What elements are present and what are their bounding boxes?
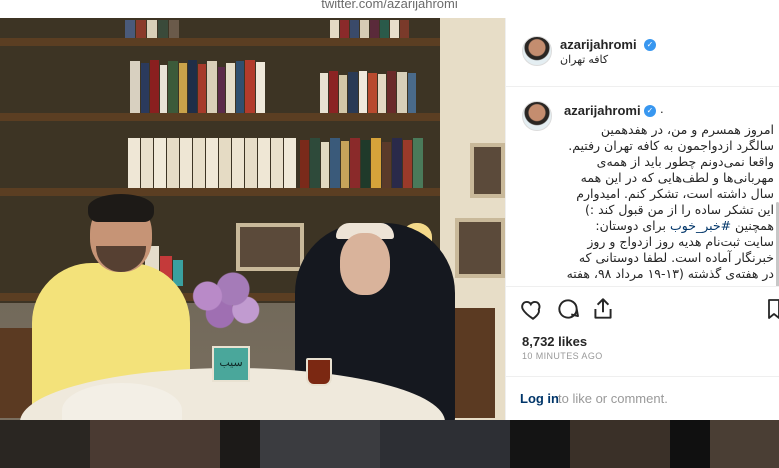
verified-badge-icon: ✓ <box>644 39 656 51</box>
background-thumbnail <box>260 420 380 468</box>
post-timestamp[interactable]: 10 MINUTES AGO <box>522 351 603 361</box>
action-bar <box>506 288 779 328</box>
caption-line: مهربانی‌ها و لطف‌هایی که در این همه <box>580 170 774 185</box>
post-sidebar: azarijahromi ✓ کافه تهران ⋮ azarijahromi… <box>505 18 779 420</box>
comment-icon[interactable] <box>555 296 581 322</box>
person-woman-face <box>340 233 390 295</box>
background-thumbnail <box>570 420 670 468</box>
caption-line: سایت ثبت‌نام هدیه روز ازدواج و روز <box>587 234 774 249</box>
caption-line: سالگرد ازدواجمون به کافه تهران رفتیم. <box>568 138 774 153</box>
book-row <box>300 136 424 188</box>
shelf-board <box>0 38 450 46</box>
caption-line: این تشکر ساده را از من قبول کند :) <box>585 202 774 217</box>
wall-picture-frame <box>455 218 505 278</box>
location-link[interactable]: کافه تهران <box>560 53 608 66</box>
background-thumbnail <box>90 420 220 468</box>
shelf-board <box>0 188 450 196</box>
flower-vase <box>182 268 267 338</box>
tea-glass <box>306 358 332 386</box>
caption-text: امروز همسرم و من، در هفدهمین سالگرد ازدو… <box>560 122 774 282</box>
caption-username[interactable]: azarijahromi <box>564 103 641 118</box>
profile-avatar[interactable] <box>522 36 552 66</box>
post-header: azarijahromi ✓ کافه تهران ⋮ <box>506 18 779 87</box>
page: twitter.com/azarijahromi سیب azarijahrom… <box>0 0 779 468</box>
header-username[interactable]: azarijahromi <box>560 37 637 52</box>
caption-line: همچنین #خبر_خوب برای دوستان: <box>595 218 774 233</box>
wall-picture-frame <box>236 223 304 271</box>
caption-line: سال داشته است، تشکر کنم. امیدوارم <box>576 186 774 201</box>
table-sign: سیب <box>212 346 250 382</box>
more-options-icon[interactable]: ⋮ <box>774 41 779 58</box>
bookmark-icon[interactable] <box>768 296 779 322</box>
share-icon[interactable] <box>590 296 616 322</box>
background-thumbnail <box>220 420 260 468</box>
login-prompt: Log in to like or comment. <box>506 376 779 420</box>
login-link[interactable]: Log in <box>520 391 559 406</box>
hashtag-link[interactable]: #خبر_خوب <box>670 218 731 233</box>
caption-dot: . <box>660 101 664 116</box>
background-thumbnail <box>0 420 90 468</box>
book-row <box>128 136 297 188</box>
person-man-hair <box>88 194 154 222</box>
likes-count[interactable]: 8,732 likes <box>522 334 587 349</box>
login-prompt-text: to like or comment. <box>558 391 668 406</box>
book-row <box>125 18 180 38</box>
book-row <box>320 70 417 113</box>
book-row <box>330 18 410 38</box>
post-photo[interactable]: سیب <box>0 18 505 420</box>
background-thumbnail <box>710 420 779 468</box>
shelf-board <box>0 113 450 121</box>
bottom-background-strip <box>0 420 779 468</box>
url-bar-fragment: twitter.com/azarijahromi <box>0 0 779 18</box>
background-thumbnail <box>670 420 710 468</box>
caption-line: امروز همسرم و من، در هفدهمین <box>600 122 774 137</box>
caption-line-hashtag: همچنین #خبر_خوب برای دوستان: <box>560 218 774 234</box>
caption-area: azarijahromi ✓ . امروز همسرم و من، در هف… <box>506 87 779 287</box>
caption-avatar[interactable] <box>522 101 552 131</box>
background-thumbnail <box>380 420 510 468</box>
caption-line: در هفته‌ی گذشته (۱۳-۱۹ مرداد ۹۸، هفته <box>566 266 774 281</box>
heart-icon[interactable] <box>520 296 546 322</box>
caption-line: خبرنگار آماده است. لطفا دوستانی که <box>578 250 774 265</box>
caption-line: واقعا نمی‌دونم چطور باید از همه‌ی <box>596 154 774 169</box>
background-thumbnail <box>510 420 570 468</box>
wall-picture-frame <box>470 143 505 198</box>
book-row <box>130 58 266 113</box>
verified-badge-icon: ✓ <box>644 105 656 117</box>
